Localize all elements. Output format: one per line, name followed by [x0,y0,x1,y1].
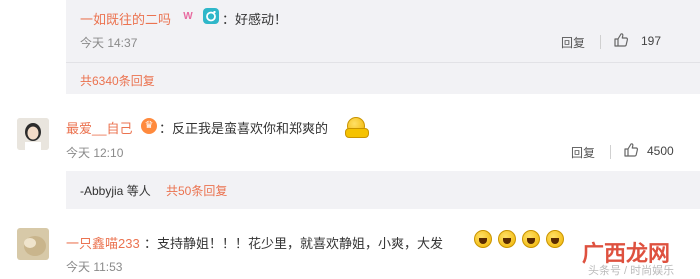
panel-inner-divider [66,62,700,63]
comment-username[interactable]: 一如既往的二吗 [80,9,171,28]
comment-text: ：好感动！ [222,12,288,27]
vip-badge-icon: W [183,11,193,22]
source-watermark: 头条号 / 时尚娱乐 [588,265,675,277]
reply-button[interactable]: 回复 [561,34,585,51]
laugh-emoji-icon [546,230,564,248]
laugh-emoji-icon [474,230,492,248]
comment-username[interactable]: 最爱__自己 [66,118,132,137]
more-replies-link[interactable]: 共50条回复 [166,182,227,199]
more-replies-link[interactable]: 共6340条回复 [80,72,155,89]
more-replies-users: -Abbyjia 等人 [80,184,151,198]
comment-text: ：反正我是蛮喜欢你和郑爽的 [159,121,329,136]
laugh-emoji-icon [522,230,540,248]
comment-time: 今天 12:10 [66,146,124,160]
comment-username[interactable]: 一只鑫喵233 [66,233,140,252]
like-count: 197 [641,34,662,48]
avatar[interactable] [17,228,49,260]
action-divider [600,35,601,49]
avatar[interactable] [17,118,49,150]
reply-panel-2 [66,171,700,209]
comment-text: ：支持静姐！！！花少里，就喜欢静姐，小爽，大发 [144,236,444,251]
like-thumb-icon[interactable] [623,142,639,158]
reply-button[interactable]: 回复 [571,144,595,161]
hug-hands-icon [345,128,369,138]
crown-badge-icon: ♛ [141,118,157,134]
like-count: 4500 [647,144,674,158]
action-divider [610,145,611,159]
comment-time: 今天 14:37 [80,36,138,50]
like-thumb-icon[interactable] [613,32,629,48]
laugh-emoji-icon [498,230,516,248]
camera-badge-icon [203,8,219,24]
comment-time: 今天 11:53 [66,260,123,274]
